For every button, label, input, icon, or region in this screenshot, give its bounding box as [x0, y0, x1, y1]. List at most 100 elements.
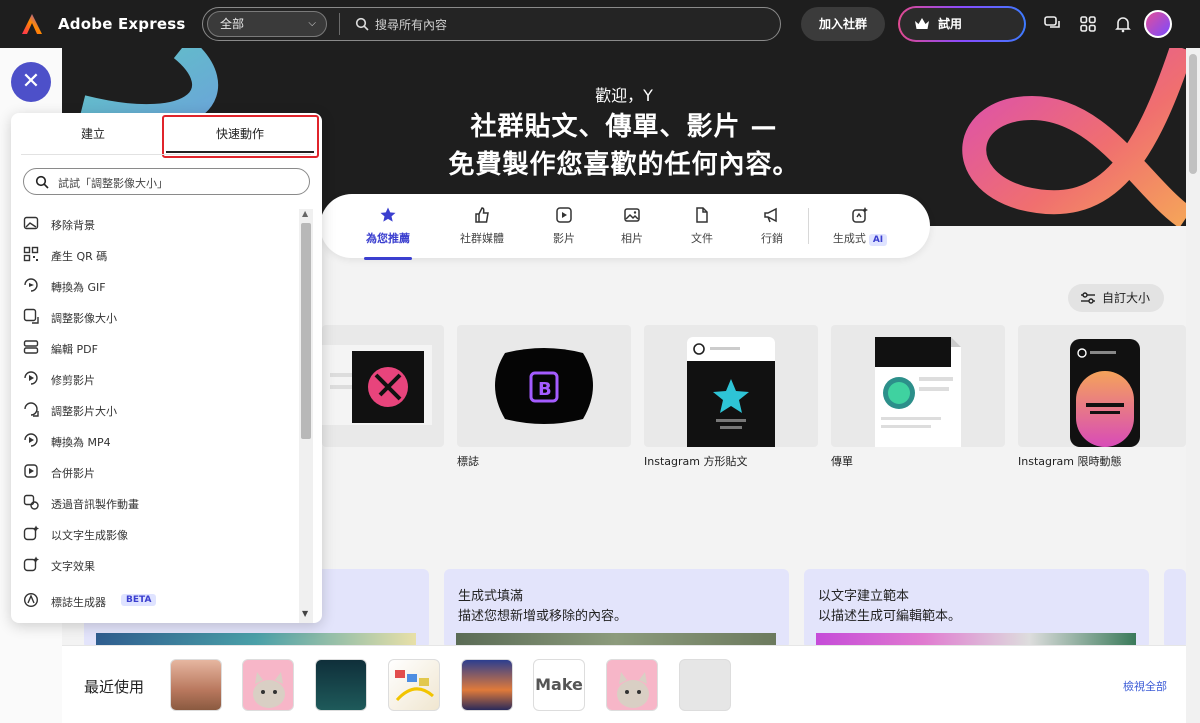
quick-action-resize-image[interactable]: 調整影像大小	[21, 305, 291, 329]
template-label: 標誌	[457, 455, 479, 468]
recent-thumbnail[interactable]	[606, 659, 658, 711]
animate-audio-icon	[23, 494, 39, 510]
recent-thumbnail[interactable]	[388, 659, 440, 711]
avatar[interactable]	[1144, 10, 1172, 38]
generative-icon	[852, 207, 868, 223]
tab-label: 文件	[691, 232, 713, 245]
tab-label: 行銷	[761, 232, 783, 245]
try-premium-button[interactable]: 試用 Premium	[898, 6, 1026, 63]
quick-action-resize-video[interactable]: 調整影片大小	[21, 398, 291, 422]
global-search: 全部 ⌵ 搜尋所有內容	[202, 7, 781, 41]
quick-actions-panel: 建立 快速動作 試試「調整影像大小」 移除背景 產生 QR 碼 轉換為 GIF …	[11, 113, 322, 623]
quick-action-qr-code[interactable]: 產生 QR 碼	[21, 243, 291, 267]
megaphone-icon	[764, 207, 777, 223]
search-placeholder: 試試「調整影像大小」	[58, 177, 168, 190]
custom-size-button[interactable]: 自訂大小	[1068, 284, 1164, 312]
quick-action-logo-generator[interactable]: 標誌生成器 BETA	[21, 589, 291, 613]
photo-icon	[624, 208, 640, 222]
panel-scrollbar-thumb[interactable]	[301, 223, 311, 439]
tab-document[interactable]: 文件	[670, 206, 734, 246]
action-label: 產生 QR 碼	[51, 250, 108, 263]
view-all-link[interactable]: 檢視全部	[1123, 678, 1167, 694]
feature-title: 生成式填滿	[458, 589, 524, 604]
recent-thumbnail[interactable]	[242, 659, 294, 711]
recent-bar: 最近使用 Make 檢視全部	[62, 645, 1186, 723]
recent-thumbnail[interactable]: Make	[533, 659, 585, 711]
recent-thumbnail[interactable]	[679, 659, 731, 711]
tab-recommended[interactable]: 為您推薦	[356, 206, 420, 260]
tab-photo[interactable]: 相片	[600, 206, 664, 246]
text-effects-icon	[23, 556, 39, 572]
document-icon	[696, 207, 708, 223]
recent-thumbnail[interactable]	[461, 659, 513, 711]
svg-text:B: B	[538, 379, 552, 400]
chat-icon[interactable]	[1043, 14, 1063, 34]
tab-video[interactable]: 影片	[532, 206, 596, 246]
page-scrollbar[interactable]	[1186, 48, 1200, 723]
panel-scrollbar[interactable]: ▲ ▼	[299, 209, 313, 623]
trim-video-icon	[24, 371, 38, 385]
thumbs-up-icon	[475, 207, 489, 223]
brand-name[interactable]: Adobe Express	[58, 15, 185, 33]
quick-action-animate-audio[interactable]: 透過音訊製作動畫	[21, 491, 291, 515]
join-community-button[interactable]: 加入社群	[801, 7, 885, 41]
close-icon: ✕	[21, 69, 41, 94]
quick-action-merge-video[interactable]: 合併影片	[21, 460, 291, 484]
tab-marketing[interactable]: 行銷	[740, 206, 804, 246]
feature-card-overflow[interactable]	[1164, 569, 1186, 649]
qr-code-icon	[23, 246, 39, 262]
scroll-down-arrow-icon[interactable]: ▼	[302, 609, 308, 618]
bell-icon[interactable]	[1113, 14, 1133, 34]
quick-action-remove-background[interactable]: 移除背景	[21, 212, 291, 236]
recent-thumbnail[interactable]	[170, 659, 222, 711]
quick-action-trim-video[interactable]: 修剪影片	[21, 367, 291, 391]
template-card-instagram-square[interactable]	[644, 325, 818, 447]
apps-grid-icon[interactable]	[1078, 14, 1098, 34]
quick-action-convert-gif[interactable]: 轉換為 GIF	[21, 274, 291, 298]
feature-title: 以文字建立範本	[818, 589, 910, 604]
close-panel-button[interactable]: ✕	[11, 62, 51, 102]
chevron-down-icon: ⌵	[308, 18, 316, 29]
search-scope-dropdown[interactable]: 全部 ⌵	[207, 11, 327, 37]
quick-action-search-input[interactable]: 試試「調整影像大小」	[23, 168, 310, 195]
scrollbar-thumb[interactable]	[1189, 54, 1197, 174]
tab-create[interactable]: 建立	[81, 125, 105, 142]
merge-video-icon	[24, 464, 38, 478]
paint-palette-image	[395, 670, 434, 702]
tab-generative-ai[interactable]: 生成式 AI	[824, 206, 896, 246]
custom-size-label: 自訂大小	[1102, 291, 1151, 305]
search-input[interactable]: 搜尋所有內容	[375, 16, 447, 33]
scroll-up-arrow-icon[interactable]: ▲	[302, 209, 308, 218]
welcome-text: 歡迎，Y	[595, 86, 653, 105]
action-label: 轉換為 MP4	[51, 436, 111, 449]
cat-image	[253, 672, 285, 708]
feature-card-text-to-template[interactable]: 以文字建立範本 以描述生成可編輯範本。	[804, 569, 1149, 649]
video-icon	[556, 207, 572, 223]
feature-card-generative-fill[interactable]: 生成式填滿 描述您想新增或移除的內容。	[444, 569, 789, 649]
template-card-logo[interactable]: B	[457, 325, 631, 447]
action-label: 以文字生成影像	[51, 529, 128, 542]
quick-action-text-effects[interactable]: 文字效果	[21, 553, 291, 577]
tab-label: 影片	[553, 232, 575, 245]
tab-label: 生成式	[832, 232, 866, 245]
template-preview: B	[495, 348, 593, 424]
template-card-partial[interactable]	[322, 325, 444, 447]
recent-label: 最近使用	[84, 678, 145, 696]
text-to-image-icon	[23, 525, 39, 541]
recent-thumbnail[interactable]	[315, 659, 367, 711]
action-label: 調整影像大小	[51, 312, 117, 325]
thumbnail-text: Make	[535, 675, 583, 694]
quick-action-edit-pdf[interactable]: 編輯 PDF	[21, 336, 291, 360]
quick-action-convert-mp4[interactable]: 轉換為 MP4	[21, 429, 291, 453]
highlight-box	[162, 115, 319, 158]
quick-action-text-to-image[interactable]: 以文字生成影像	[21, 522, 291, 546]
template-label: 傳單	[831, 455, 853, 468]
tab-label: 相片	[621, 232, 643, 245]
action-label: 文字效果	[51, 560, 95, 573]
top-bar: Adobe Express 全部 ⌵ 搜尋所有內容 加入社群 試用 Premiu…	[0, 0, 1200, 63]
adobe-express-logo[interactable]	[20, 12, 44, 36]
tab-social-media[interactable]: 社群媒體	[450, 206, 514, 246]
template-card-instagram-story[interactable]	[1018, 325, 1186, 447]
template-card-flyer[interactable]	[831, 325, 1005, 447]
tab-label: 為您推薦	[366, 232, 410, 245]
